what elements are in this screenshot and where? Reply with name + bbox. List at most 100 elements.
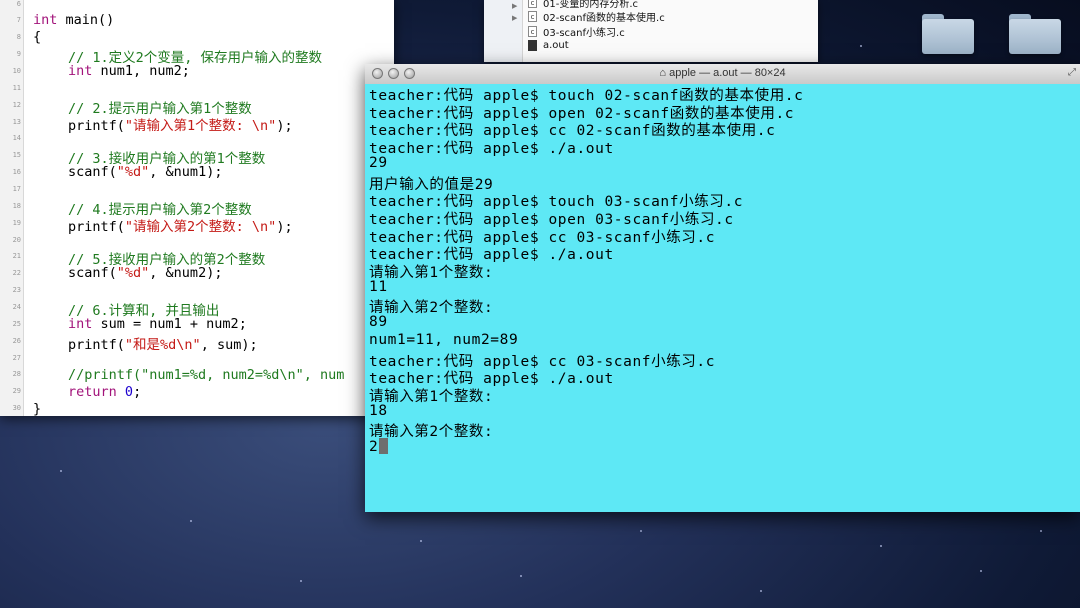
executable-icon: [528, 39, 537, 51]
code-text: main(): [57, 12, 115, 28]
disclosure-icon[interactable]: ▶: [512, 14, 517, 22]
terminal-titlebar[interactable]: ⌂ apple — a.out — 80×24 ⤢: [365, 64, 1080, 85]
star: [420, 540, 422, 542]
star: [880, 545, 882, 547]
code-string: "和是%d\n": [124, 337, 201, 353]
line-number: 9: [16, 50, 21, 58]
code-text: , sum);: [200, 337, 258, 353]
file-name: a.out: [543, 39, 569, 51]
star: [190, 520, 192, 522]
line-number: 21: [12, 252, 21, 260]
line-number: 12: [12, 101, 21, 109]
star: [1040, 530, 1042, 532]
file-name: 02-scanf函数的基本使用.c: [543, 12, 665, 24]
terminal-line: 89: [369, 314, 388, 331]
code-text: ;: [133, 384, 142, 400]
code-text: scanf(: [68, 265, 117, 281]
star: [60, 470, 62, 472]
code-line: int num1, num2;: [68, 63, 190, 79]
line-number: 11: [12, 84, 21, 92]
terminal-line: 18: [369, 402, 388, 419]
line-number: 20: [12, 236, 21, 244]
star: [520, 575, 522, 577]
line-number: 29: [12, 387, 21, 395]
code-text: printf(: [68, 219, 125, 235]
terminal-title: ⌂ apple — a.out — 80×24: [365, 67, 1080, 79]
star: [300, 580, 302, 582]
desktop-folder-icon[interactable]: [1009, 14, 1061, 54]
code-keyword: return: [68, 384, 117, 400]
star: [640, 530, 642, 532]
star: [860, 45, 862, 47]
terminal-line: num1=11, num2=89: [369, 331, 519, 348]
code-text: , &num2);: [149, 265, 223, 281]
code-line: {: [33, 29, 42, 45]
terminal-line: 11: [369, 278, 388, 295]
line-number: 26: [12, 337, 21, 345]
c-file-icon: c: [528, 0, 537, 8]
code-line: printf("请输入第1个整数: \n");: [68, 114, 293, 134]
code-text: , &num1);: [149, 164, 223, 180]
line-number: 18: [12, 202, 21, 210]
terminal-line: teacher:代码 apple$ ./a.out: [369, 141, 614, 158]
code-line: scanf("%d", &num2);: [68, 265, 222, 281]
terminal-title-text: apple — a.out — 80×24: [669, 67, 786, 79]
line-number: 16: [12, 168, 21, 176]
code-line: }: [33, 401, 42, 416]
code-number: 0: [124, 384, 134, 400]
line-number: 30: [12, 404, 21, 412]
line-number: 17: [12, 185, 21, 193]
terminal-window[interactable]: ⌂ apple — a.out — 80×24 ⤢ teacher:代码 app…: [365, 64, 1080, 512]
star: [760, 590, 762, 592]
code-line: scanf("%d", &num1);: [68, 164, 222, 180]
code-string: "%d": [116, 265, 150, 281]
line-number: 24: [12, 303, 21, 311]
code-text: num1, num2;: [92, 63, 190, 79]
line-number: 13: [12, 118, 21, 126]
code-text: scanf(: [68, 164, 117, 180]
code-line: printf("请输入第2个整数: \n");: [68, 215, 293, 235]
file-row[interactable]: c 03-scanf小练习.c: [528, 24, 625, 39]
code-text: printf(: [68, 337, 125, 353]
fullscreen-icon[interactable]: ⤢: [1068, 67, 1076, 78]
c-file-icon: c: [528, 25, 537, 37]
code-string: "请输入第2个整数: \n": [124, 219, 277, 235]
home-folder-icon: ⌂: [659, 67, 670, 79]
code-string: "请输入第1个整数: \n": [124, 118, 277, 134]
terminal-output[interactable]: teacher:代码 apple$ touch 02-scanf函数的基本使用.…: [365, 84, 1080, 512]
line-number: 27: [12, 354, 21, 362]
terminal-line: 29: [369, 154, 388, 171]
c-file-icon: c: [528, 10, 537, 22]
code-keyword: int: [33, 12, 58, 28]
line-number: 22: [12, 269, 21, 277]
line-number-gutter: 6 7 8 9 10 11 12 13 14 15 16 17 18 19 20…: [0, 0, 24, 416]
code-line: printf("和是%d\n", sum);: [68, 333, 258, 353]
line-number: 15: [12, 151, 21, 159]
line-number: 28: [12, 370, 21, 378]
line-number: 7: [16, 16, 21, 24]
line-number: 25: [12, 320, 21, 328]
disclosure-icon[interactable]: ▶: [512, 2, 517, 10]
code-line: int main(): [33, 12, 114, 28]
code-text: printf(: [68, 118, 125, 134]
file-row[interactable]: c 02-scanf函数的基本使用.c: [528, 9, 665, 24]
code-editor[interactable]: 6 7 8 9 10 11 12 13 14 15 16 17 18 19 20…: [0, 0, 394, 416]
code-keyword: int: [68, 316, 93, 332]
line-number: 6: [16, 0, 21, 8]
star: [980, 570, 982, 572]
code-line: int sum = num1 + num2;: [68, 316, 247, 332]
code-text: );: [276, 219, 293, 235]
code-comment: //printf("num1=%d, num2=%d\n", num: [68, 367, 345, 383]
terminal-input-line[interactable]: 2: [369, 438, 389, 455]
terminal-input-text: 2: [369, 439, 379, 455]
code-text: );: [276, 118, 293, 134]
line-number: 8: [16, 33, 21, 41]
file-row[interactable]: a.out: [528, 38, 569, 52]
finder-window: ▶ ▶ c 01-变量的内存分析.c c 02-scanf函数的基本使用.c c…: [484, 0, 818, 62]
line-number: 14: [12, 134, 21, 142]
desktop-folder-icon[interactable]: [922, 14, 974, 54]
code-string: "%d": [116, 164, 150, 180]
file-name: 03-scanf小练习.c: [543, 27, 625, 39]
line-number: 19: [12, 219, 21, 227]
